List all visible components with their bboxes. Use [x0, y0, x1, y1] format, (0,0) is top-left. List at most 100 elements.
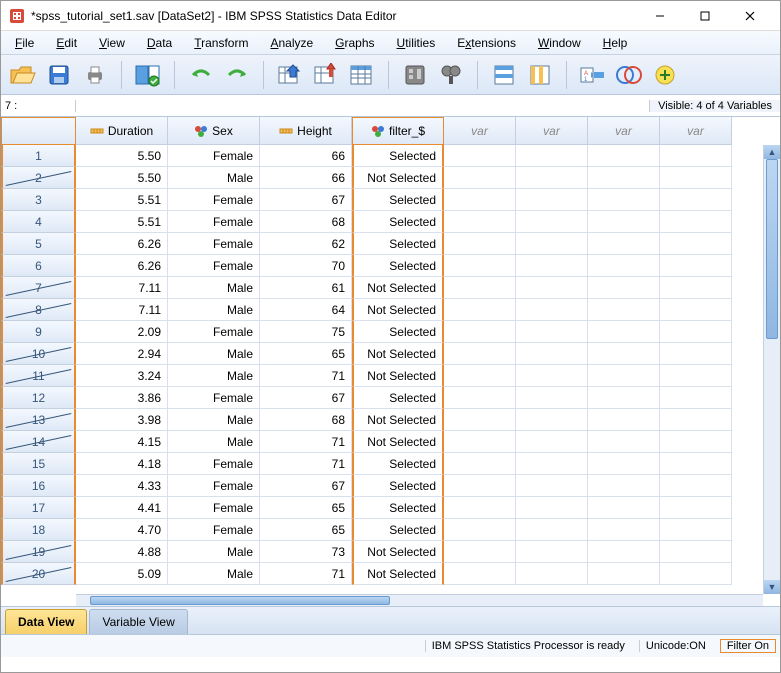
row-header[interactable]: 18	[1, 519, 76, 541]
menu-analyze[interactable]: Analyze	[260, 33, 323, 53]
minimize-button[interactable]	[637, 2, 682, 30]
row-header[interactable]: 10	[1, 343, 76, 365]
cell-empty[interactable]	[444, 343, 516, 365]
cell-filter[interactable]: Selected	[352, 233, 444, 255]
cell-height[interactable]: 61	[260, 277, 352, 299]
cell-filter[interactable]: Selected	[352, 145, 444, 167]
row-header[interactable]: 8	[1, 299, 76, 321]
cell-filter[interactable]: Not Selected	[352, 167, 444, 189]
cell-empty[interactable]	[516, 233, 588, 255]
cell-duration[interactable]: 4.33	[76, 475, 168, 497]
scrollbar-thumb[interactable]	[90, 596, 390, 605]
cell-height[interactable]: 65	[260, 497, 352, 519]
cell-duration[interactable]: 3.24	[76, 365, 168, 387]
cell-empty[interactable]	[588, 387, 660, 409]
scrollbar-thumb[interactable]	[766, 159, 778, 339]
cell-empty[interactable]	[516, 387, 588, 409]
cell-empty[interactable]	[516, 189, 588, 211]
cell-empty[interactable]	[660, 563, 732, 585]
cell-empty[interactable]	[444, 563, 516, 585]
cell-empty[interactable]	[660, 431, 732, 453]
cell-empty[interactable]	[660, 299, 732, 321]
cell-duration[interactable]: 4.88	[76, 541, 168, 563]
menu-extensions[interactable]: Extensions	[447, 33, 526, 53]
cell-height[interactable]: 66	[260, 167, 352, 189]
cell-duration[interactable]: 5.50	[76, 145, 168, 167]
goto-case-button[interactable]	[274, 59, 306, 91]
cell-empty[interactable]	[660, 497, 732, 519]
row-header[interactable]: 2	[1, 167, 76, 189]
cell-duration[interactable]: 4.18	[76, 453, 168, 475]
row-header[interactable]: 3	[1, 189, 76, 211]
horizontal-scrollbar[interactable]	[76, 594, 763, 606]
cell-sex[interactable]: Male	[168, 277, 260, 299]
cell-empty[interactable]	[444, 189, 516, 211]
cell-filter[interactable]: Selected	[352, 211, 444, 233]
row-header[interactable]: 6	[1, 255, 76, 277]
cell-empty[interactable]	[660, 189, 732, 211]
cell-filter[interactable]: Selected	[352, 497, 444, 519]
cell-height[interactable]: 75	[260, 321, 352, 343]
row-header[interactable]: 12	[1, 387, 76, 409]
cell-sex[interactable]: Male	[168, 343, 260, 365]
col-empty[interactable]: var	[444, 117, 516, 145]
cell-empty[interactable]	[516, 321, 588, 343]
cell-empty[interactable]	[444, 255, 516, 277]
row-header[interactable]: 4	[1, 211, 76, 233]
cell-height[interactable]: 62	[260, 233, 352, 255]
cell-empty[interactable]	[516, 343, 588, 365]
col-empty[interactable]: var	[516, 117, 588, 145]
cell-empty[interactable]	[660, 343, 732, 365]
cell-sex[interactable]: Female	[168, 321, 260, 343]
menu-file[interactable]: File	[5, 33, 44, 53]
use-sets-button[interactable]	[613, 59, 645, 91]
cell-empty[interactable]	[660, 387, 732, 409]
cell-duration[interactable]: 2.09	[76, 321, 168, 343]
cell-duration[interactable]: 4.70	[76, 519, 168, 541]
redo-button[interactable]	[221, 59, 253, 91]
cell-sex[interactable]: Female	[168, 497, 260, 519]
cell-empty[interactable]	[444, 167, 516, 189]
cell-duration[interactable]: 5.50	[76, 167, 168, 189]
save-button[interactable]	[43, 59, 75, 91]
cell-empty[interactable]	[516, 431, 588, 453]
cell-filter[interactable]: Selected	[352, 189, 444, 211]
cell-height[interactable]: 71	[260, 453, 352, 475]
menu-view[interactable]: View	[89, 33, 135, 53]
cell-empty[interactable]	[444, 475, 516, 497]
cell-empty[interactable]	[444, 387, 516, 409]
cell-empty[interactable]	[444, 233, 516, 255]
row-header[interactable]: 17	[1, 497, 76, 519]
cell-empty[interactable]	[660, 541, 732, 563]
cell-empty[interactable]	[516, 475, 588, 497]
cell-duration[interactable]: 6.26	[76, 255, 168, 277]
cell-sex[interactable]: Female	[168, 211, 260, 233]
col-height[interactable]: Height	[260, 117, 352, 145]
row-header[interactable]: 1	[1, 145, 76, 167]
cell-empty[interactable]	[444, 277, 516, 299]
cell-duration[interactable]: 3.98	[76, 409, 168, 431]
cell-sex[interactable]: Female	[168, 255, 260, 277]
cell-sex[interactable]: Female	[168, 387, 260, 409]
show-all-button[interactable]	[649, 59, 681, 91]
menu-window[interactable]: Window	[528, 33, 591, 53]
row-header[interactable]: 13	[1, 409, 76, 431]
row-header[interactable]: 16	[1, 475, 76, 497]
cell-empty[interactable]	[588, 519, 660, 541]
cell-empty[interactable]	[444, 541, 516, 563]
cell-duration[interactable]: 7.11	[76, 299, 168, 321]
cell-sex[interactable]: Female	[168, 189, 260, 211]
cell-duration[interactable]: 5.51	[76, 189, 168, 211]
cell-empty[interactable]	[444, 321, 516, 343]
cell-empty[interactable]	[588, 145, 660, 167]
cell-empty[interactable]	[588, 475, 660, 497]
cell-sex[interactable]: Female	[168, 233, 260, 255]
variables-button[interactable]	[346, 59, 378, 91]
cell-empty[interactable]	[588, 431, 660, 453]
cell-sex[interactable]: Male	[168, 299, 260, 321]
menu-data[interactable]: Data	[137, 33, 182, 53]
cell-filter[interactable]: Not Selected	[352, 343, 444, 365]
row-header-corner[interactable]	[1, 117, 76, 145]
cell-empty[interactable]	[660, 453, 732, 475]
cell-empty[interactable]	[660, 409, 732, 431]
